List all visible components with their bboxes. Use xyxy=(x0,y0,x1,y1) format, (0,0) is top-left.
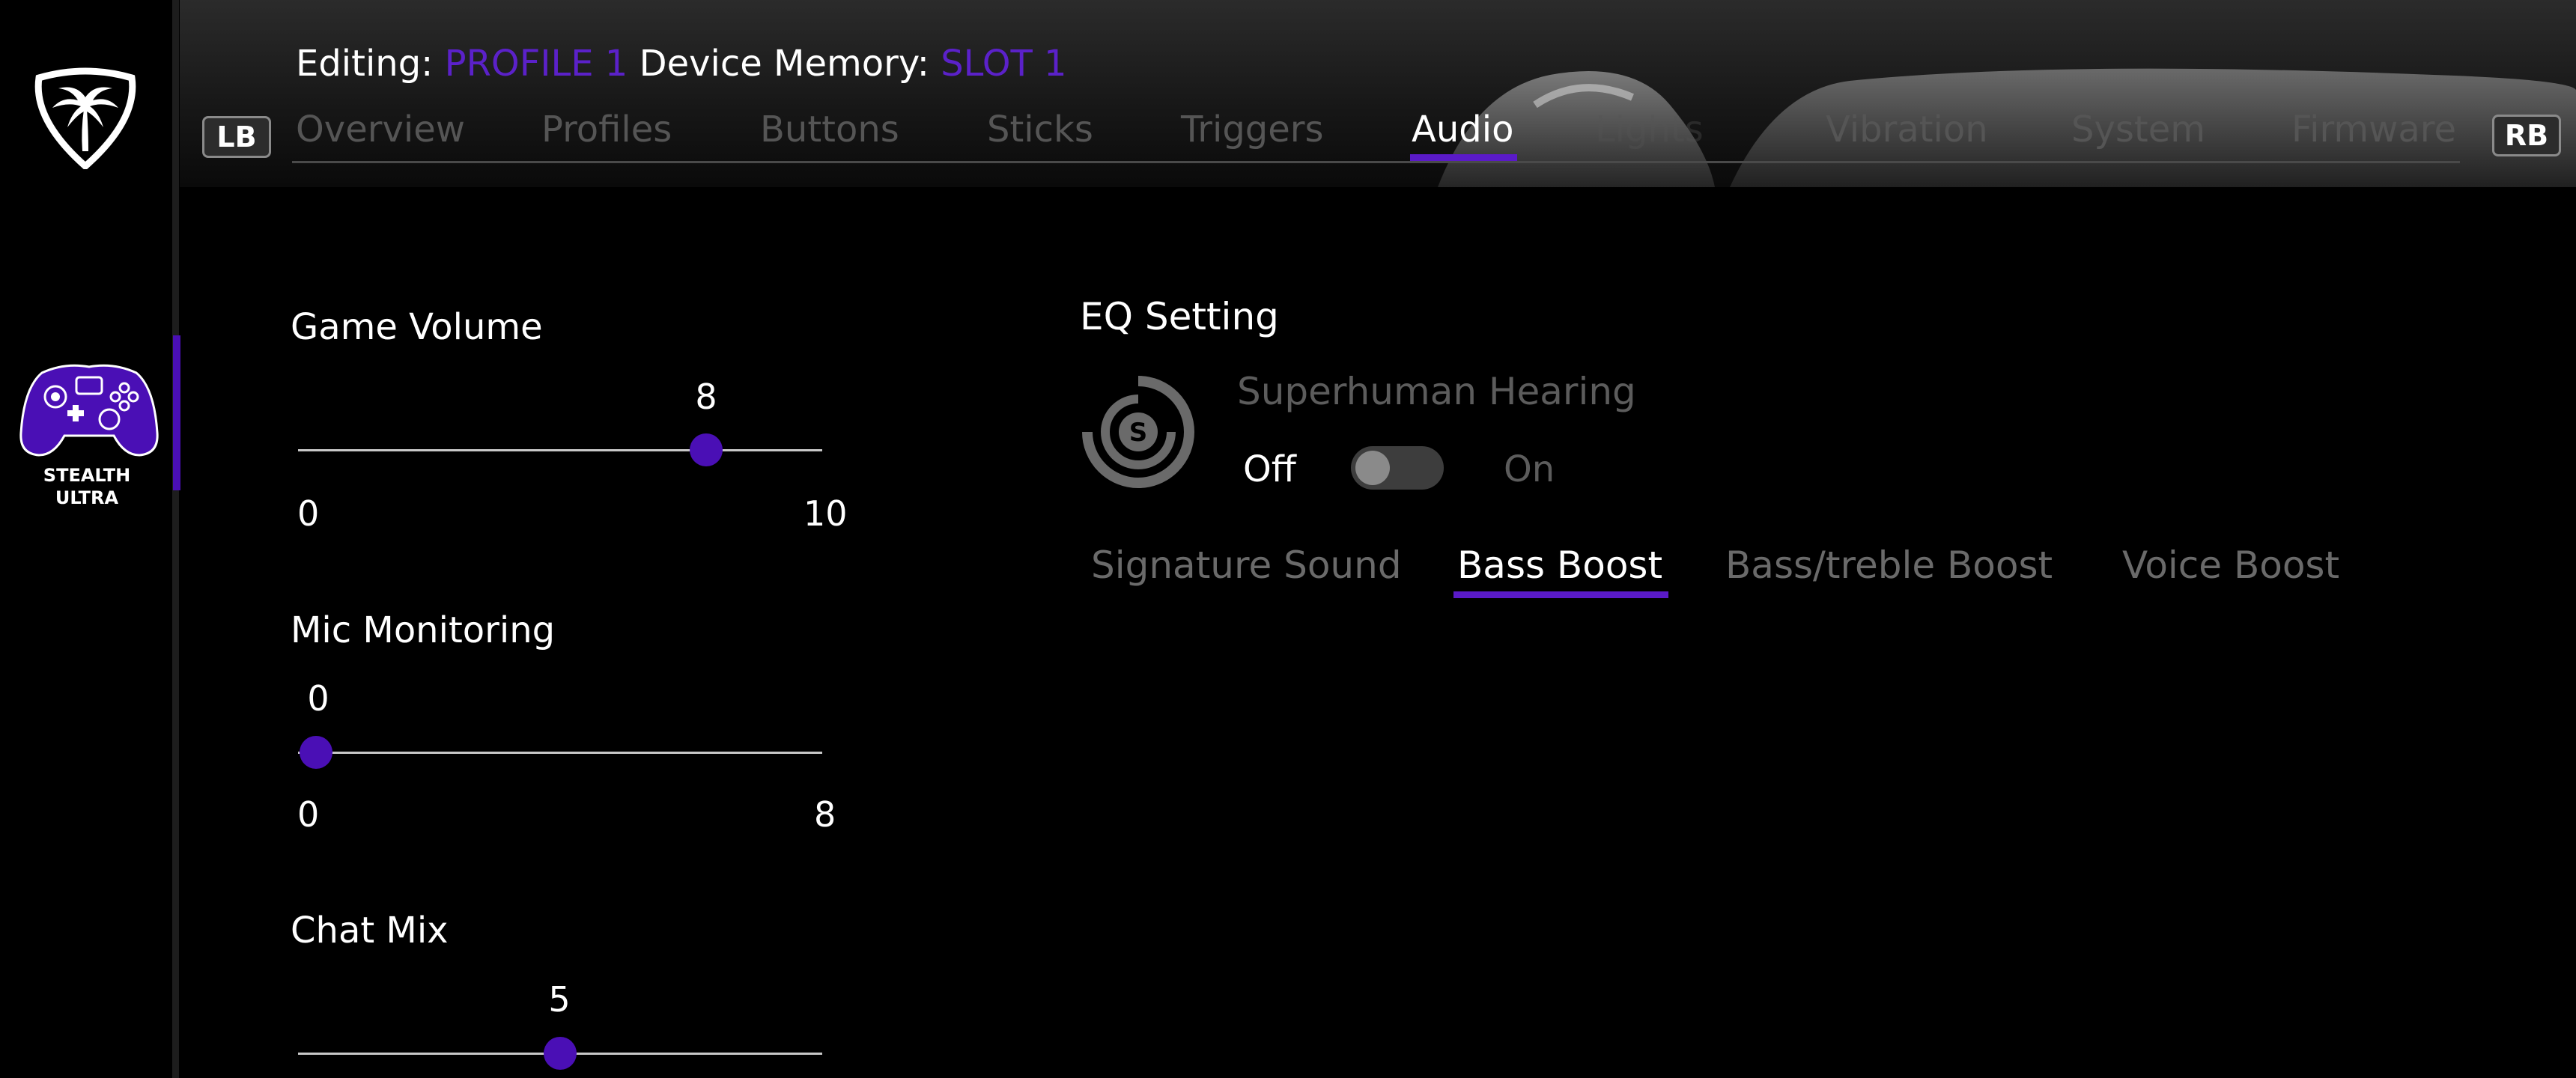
game-volume-slider-knob[interactable] xyxy=(690,433,723,466)
mic-monitoring-label: Mic Monitoring xyxy=(291,609,556,651)
tab-buttons[interactable]: Buttons xyxy=(760,105,899,154)
profile-value: PROFILE 1 xyxy=(444,43,628,85)
game-volume-track[interactable] xyxy=(298,449,822,451)
device-name-line1: STEALTH xyxy=(43,465,131,486)
rb-button[interactable]: RB xyxy=(2492,115,2561,156)
slot-value: SLOT 1 xyxy=(941,43,1067,85)
editing-info: Editing: PROFILE 1 Device Memory: SLOT 1 xyxy=(296,37,1067,90)
chat-mix-slider-knob[interactable] xyxy=(544,1037,577,1070)
device-name: STEALTH ULTRA xyxy=(0,464,174,509)
tab-audio[interactable]: Audio xyxy=(1412,105,1513,154)
sidebar-divider xyxy=(172,0,179,1078)
tab-sticks[interactable]: Sticks xyxy=(987,105,1093,154)
toggle-on-label: On xyxy=(1504,448,1555,490)
superhuman-hearing-label: Superhuman Hearing xyxy=(1237,370,1636,413)
device-name-line2: ULTRA xyxy=(55,487,119,508)
svg-text:S: S xyxy=(1129,418,1148,448)
eq-active-indicator xyxy=(1453,591,1668,598)
tab-overview[interactable]: Overview xyxy=(296,105,465,154)
mic-monitoring-track[interactable] xyxy=(298,752,822,754)
eq-setting-title: EQ Setting xyxy=(1080,295,1279,338)
toggle-off-label: Off xyxy=(1243,448,1296,490)
mic-monitoring-value: 0 xyxy=(307,678,329,719)
mic-monitoring-slider-knob[interactable] xyxy=(300,736,332,769)
chat-mix-label: Chat Mix xyxy=(291,910,449,951)
device-memory-label: Device Memory: xyxy=(639,43,929,85)
mic-monitoring-max: 8 xyxy=(814,794,836,835)
tab-triggers[interactable]: Triggers xyxy=(1181,105,1324,154)
tab-vibration[interactable]: Vibration xyxy=(1826,105,1988,154)
mic-monitoring-min: 0 xyxy=(297,794,320,835)
game-volume-label: Game Volume xyxy=(291,306,543,348)
eq-preset-signature-sound[interactable]: Signature Sound xyxy=(1091,540,1402,590)
sidebar-active-indicator xyxy=(173,335,180,490)
game-volume-value: 8 xyxy=(695,377,717,417)
eq-preset-voice-boost[interactable]: Voice Boost xyxy=(2122,540,2339,590)
editing-label: Editing: xyxy=(296,43,434,85)
chat-mix-value: 5 xyxy=(548,979,571,1020)
game-volume-max: 10 xyxy=(804,493,848,534)
game-volume-min: 0 xyxy=(297,493,320,534)
tab-profiles[interactable]: Profiles xyxy=(541,105,672,154)
eq-preset-bass-treble-boost[interactable]: Bass/treble Boost xyxy=(1725,540,2053,590)
tab-bar-line xyxy=(292,161,2460,163)
superhuman-hearing-icon: S xyxy=(1082,376,1194,488)
tab-lights[interactable]: Lights xyxy=(1595,105,1704,154)
superhuman-hearing-toggle[interactable] xyxy=(1351,446,1444,490)
controller-icon[interactable] xyxy=(19,358,159,461)
tab-system[interactable]: System xyxy=(2071,105,2205,154)
toggle-knob xyxy=(1355,451,1390,485)
tab-firmware[interactable]: Firmware xyxy=(2291,105,2456,154)
palm-tree-shield-icon[interactable] xyxy=(33,67,138,169)
eq-preset-bass-boost[interactable]: Bass Boost xyxy=(1457,540,1662,590)
tab-active-indicator xyxy=(1410,154,1517,161)
lb-button[interactable]: LB xyxy=(202,116,271,158)
